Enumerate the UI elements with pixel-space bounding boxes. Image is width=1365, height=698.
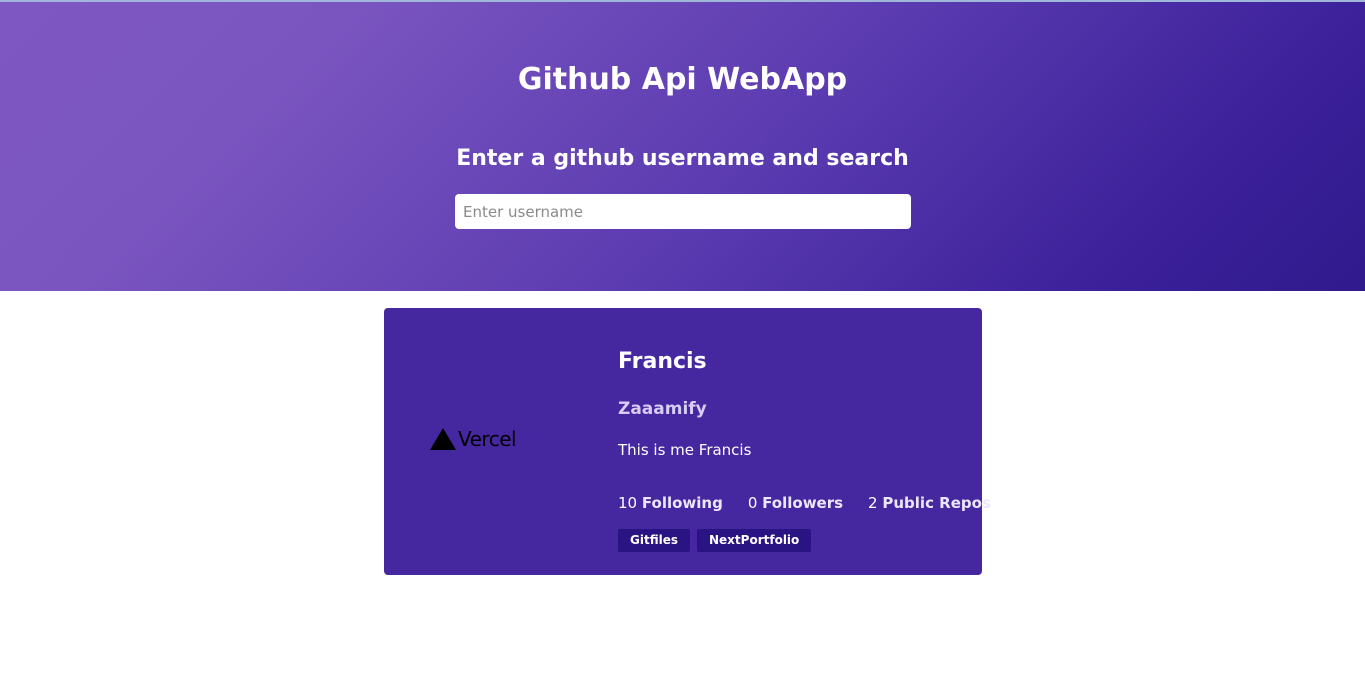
profile-name: Francis [618,349,707,374]
stat-label: Following [641,494,723,512]
stat-followers: 0 Followers [748,493,843,513]
profile-bio: This is me Francis [618,441,752,459]
stat-value: 2 [868,494,878,512]
avatar: Vercel [430,424,540,454]
stat-following: 10 Following [618,493,723,513]
profile-stats: 10 Following 0 Followers 2 Public Repos [618,493,1016,513]
repo-link-gitfiles[interactable]: Gitfiles [618,529,690,552]
search-heading: Enter a github username and search [456,146,909,171]
stat-label: Followers [762,494,844,512]
repo-link-nextportfolio[interactable]: NextPortfolio [697,529,812,552]
stat-value: 0 [747,494,758,512]
stat-value: 10 [618,494,638,512]
profile-login: Zaaamify [618,399,707,419]
profile-card: Vercel Francis Zaaamify This is me Franc… [384,308,991,575]
triangle-logo-icon [430,428,456,450]
app-title: Github Api WebApp [517,62,848,97]
search-input[interactable] [455,194,911,229]
header-hero: Github Api WebApp Enter a github usernam… [0,0,1365,291]
repo-list: Gitfiles NextPortfolio [618,529,818,552]
stat-public-repos: 2 Public Repos [868,493,991,513]
avatar-logo-text: Vercel [458,427,517,451]
stat-label: Public Repos [882,494,991,512]
